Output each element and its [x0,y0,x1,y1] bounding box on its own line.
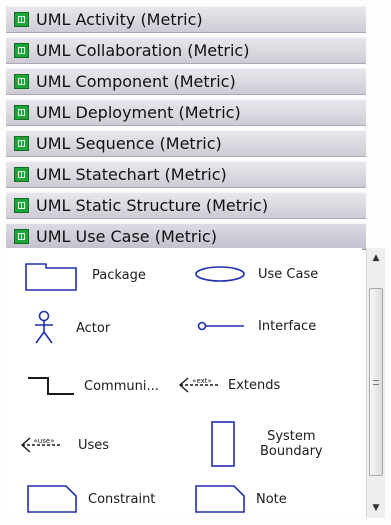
shape-label: System Boundary [260,429,323,459]
stencil-uml-activity[interactable]: UML Activity (Metric) [6,6,366,33]
stencil-label: UML Use Case (Metric) [36,227,217,246]
extends-stereotype: «ext» [192,377,212,385]
shape-label: Constraint [88,491,156,507]
shape-label: Package [92,267,146,283]
stencil-label: UML Sequence (Metric) [36,134,222,153]
shape-label: Interface [258,318,317,334]
scroll-up-arrow-icon[interactable]: ▲ [367,250,385,266]
stencil-label: UML Collaboration (Metric) [36,41,250,60]
shape-package[interactable]: Package [24,258,146,292]
stencil-icon [14,198,29,213]
package-icon [25,263,77,291]
uses-arrow-icon: «use» [20,437,62,453]
note-shape-icon [195,485,245,513]
stencil-icon [14,229,29,244]
grip-icon [373,379,379,385]
shape-actor[interactable]: Actor [30,310,110,346]
stencil-uml-sequence[interactable]: UML Sequence (Metric) [6,130,366,157]
stencil-uml-deployment[interactable]: UML Deployment (Metric) [6,99,366,126]
shape-use-case[interactable]: Use Case [194,262,318,286]
stencil-icon [14,12,29,27]
communication-line-icon [28,377,74,395]
lollipop-icon [197,321,244,331]
stencil-icon [14,136,29,151]
shape-uses[interactable]: «use» Uses [20,434,109,456]
shape-extends[interactable]: «ext» Extends [178,374,280,396]
scroll-thumb[interactable] [369,288,383,476]
stencil-icon [14,105,29,120]
stencil-label: UML Statechart (Metric) [36,165,227,184]
vertical-scrollbar[interactable]: ▲ ▼ [366,248,385,518]
shapes-panel: UML Activity (Metric) UML Collaboration … [0,0,391,525]
shape-constraint[interactable]: Constraint [26,484,155,514]
shape-interface[interactable]: Interface [196,318,316,334]
stencil-icon [14,167,29,182]
note-shape-icon [27,485,77,513]
shape-label: Communi... [84,378,159,394]
shapes-grid: Package Use Case Actor Interface Communi… [6,248,362,518]
stencil-uml-component[interactable]: UML Component (Metric) [6,68,366,95]
stencil-uml-use-case[interactable]: UML Use Case (Metric) [6,223,366,250]
stencil-uml-collaboration[interactable]: UML Collaboration (Metric) [6,37,366,64]
stencil-list: UML Activity (Metric) UML Collaboration … [6,6,366,254]
stencil-icon [14,43,29,58]
uses-stereotype: «use» [34,437,55,445]
stencil-label: UML Component (Metric) [36,72,236,91]
stencil-uml-static-structure[interactable]: UML Static Structure (Metric) [6,192,366,219]
shape-note[interactable]: Note [194,484,287,514]
shape-label: Extends [228,377,281,393]
stencil-uml-statechart[interactable]: UML Statechart (Metric) [6,161,366,188]
rectangle-icon [211,421,235,467]
shape-system-boundary[interactable]: System Boundary [210,420,323,468]
shape-label: Uses [78,437,110,453]
stencil-icon [14,74,29,89]
scroll-down-arrow-icon[interactable]: ▼ [367,500,385,516]
extends-arrow-icon: «ext» [178,377,220,393]
stencil-label: UML Activity (Metric) [36,10,203,29]
stencil-label: UML Static Structure (Metric) [36,196,269,215]
shape-label: Actor [76,320,111,336]
shape-communication[interactable]: Communi... [26,374,159,398]
stencil-label: UML Deployment (Metric) [36,103,241,122]
ellipse-icon [195,266,245,282]
shape-label: Use Case [258,266,319,282]
stick-figure-icon [35,310,53,344]
shape-label: Note [256,491,287,507]
